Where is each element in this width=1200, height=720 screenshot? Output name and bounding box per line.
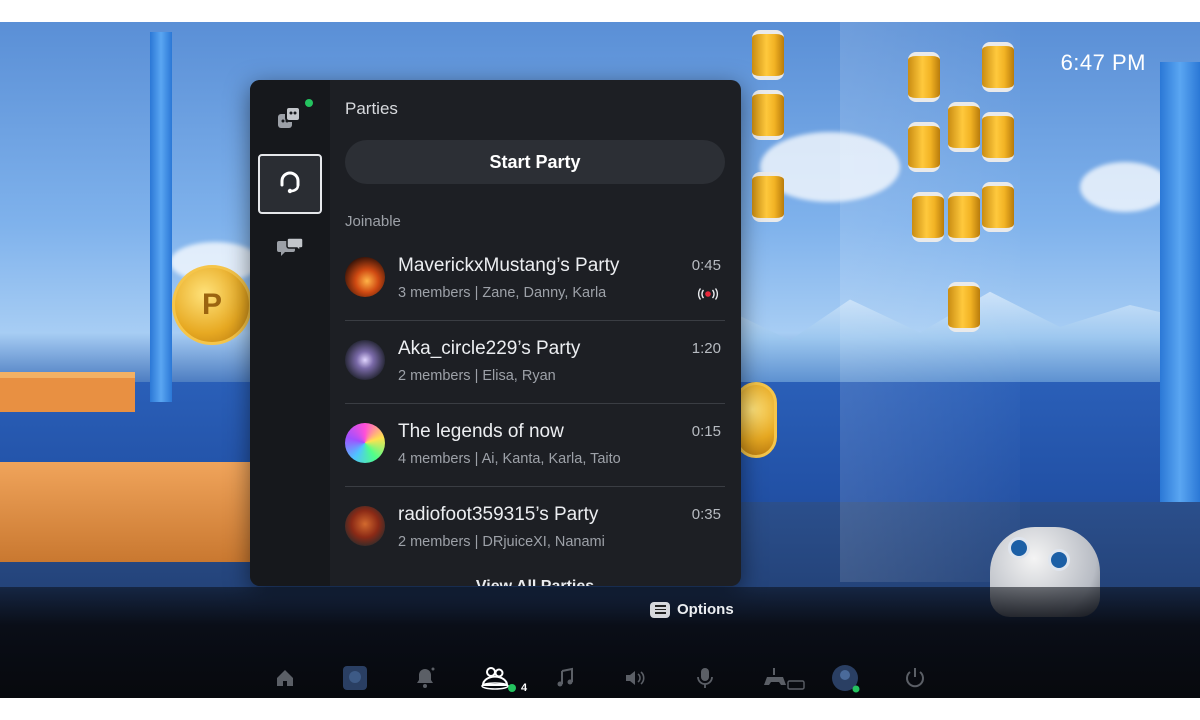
party-list-item[interactable]: radiofoot359315’s Party 2 members | DRju… <box>345 487 725 570</box>
party-name: radiofoot359315’s Party <box>398 504 599 525</box>
party-name: MaverickxMustang’s Party <box>398 255 620 276</box>
party-list: MaverickxMustang’s Party 3 members | Zan… <box>345 238 725 570</box>
party-list-item[interactable]: The legends of now 4 members | Ai, Kanta… <box>345 404 725 487</box>
sound-icon[interactable] <box>620 663 650 693</box>
party-avatar <box>345 340 385 380</box>
home-icon[interactable] <box>270 663 300 693</box>
party-members: 2 members | DRjuiceXI, Nanami <box>398 534 605 550</box>
platform <box>0 372 135 412</box>
party-members: 2 members | Elisa, Ryan <box>398 368 556 384</box>
glass-wall <box>840 22 1020 582</box>
rail-headset-button[interactable] <box>258 154 322 214</box>
party-count-badge: 4 <box>508 682 527 694</box>
rail-game-base-button[interactable] <box>258 90 322 150</box>
mic-icon[interactable] <box>690 663 720 693</box>
party-name: The legends of now <box>398 421 564 442</box>
capsule <box>982 182 1014 232</box>
pillar <box>150 32 172 402</box>
capsule <box>948 192 980 242</box>
party-duration: 0:45 <box>691 257 721 274</box>
power-icon[interactable] <box>900 663 930 693</box>
party-members: 4 members | Ai, Kanta, Karla, Taito <box>398 451 621 467</box>
capsule <box>912 192 944 242</box>
capsule <box>908 122 940 172</box>
game-screen: P 6:47 PM Parties Start Party Joinable M… <box>0 22 1200 698</box>
capsule <box>948 102 980 152</box>
game-base-icon <box>275 103 305 138</box>
party-list-item[interactable]: MaverickxMustang’s Party 3 members | Zan… <box>345 238 725 321</box>
online-dot <box>508 684 516 692</box>
profile-avatar-icon[interactable] <box>830 663 860 693</box>
options-button-icon <box>650 601 670 618</box>
music-icon[interactable] <box>550 663 580 693</box>
playstation-coin: P <box>172 265 252 345</box>
capsule <box>752 30 784 80</box>
walkway <box>0 462 260 562</box>
rail-chat-button[interactable] <box>258 220 322 280</box>
party-avatar <box>345 423 385 463</box>
game-thumbnail-icon[interactable] <box>340 663 370 693</box>
party-name: Aka_circle229’s Party <box>398 338 581 359</box>
party-members: 3 members | Zane, Danny, Karla <box>398 285 607 301</box>
party-list-item[interactable]: Aka_circle229’s Party 2 members | Elisa,… <box>345 321 725 404</box>
accessories-icon[interactable] <box>760 663 808 693</box>
panel-side-rail <box>250 80 330 586</box>
capsule <box>752 90 784 140</box>
party-duration: 1:20 <box>691 340 721 357</box>
view-all-parties-button[interactable]: View All Parties <box>345 578 725 586</box>
party-avatar <box>345 506 385 546</box>
pillar <box>1160 62 1200 502</box>
broadcasting-icon <box>696 287 720 300</box>
start-party-button[interactable]: Start Party <box>345 140 725 184</box>
online-dot <box>305 99 313 107</box>
headset-icon <box>275 167 305 202</box>
options-hint: Options <box>650 601 734 618</box>
panel-title: Parties <box>345 99 398 118</box>
capsule <box>982 42 1014 92</box>
parties-panel: Parties Start Party Joinable MaverickxMu… <box>250 80 741 586</box>
cloud <box>1080 162 1170 212</box>
clock: 6:47 PM <box>1060 50 1146 75</box>
party-duration: 0:15 <box>691 423 721 440</box>
joinable-section-label: Joinable <box>345 213 401 230</box>
capsule <box>752 172 784 222</box>
control-center-bar: Options 4 <box>0 587 1200 698</box>
capsule <box>948 282 980 332</box>
party-duration: 0:35 <box>691 506 721 523</box>
chat-bubbles-icon <box>275 233 305 268</box>
notifications-icon[interactable] <box>410 663 440 693</box>
options-label: Options <box>677 601 734 618</box>
capsule <box>982 112 1014 162</box>
playstation-coin <box>735 382 777 458</box>
party-avatar <box>345 257 385 297</box>
game-base-icon[interactable] <box>480 663 510 693</box>
capsule <box>908 52 940 102</box>
